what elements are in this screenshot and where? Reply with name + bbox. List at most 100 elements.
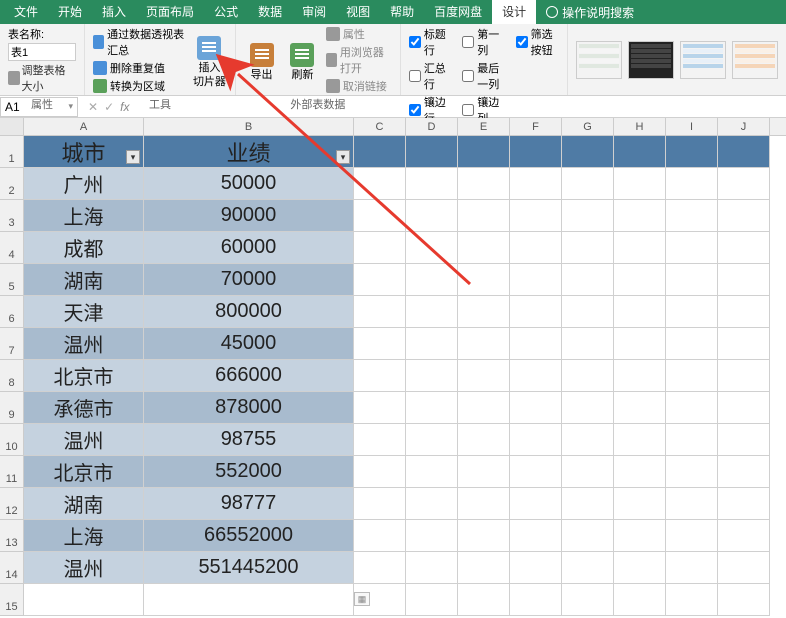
cell-empty[interactable]: [666, 552, 718, 584]
cancel-formula-icon[interactable]: ✕: [88, 100, 98, 114]
cell-empty[interactable]: [458, 424, 510, 456]
cell-B10[interactable]: 98755: [144, 424, 354, 456]
cell-empty[interactable]: [510, 392, 562, 424]
cell-empty[interactable]: [458, 328, 510, 360]
cell-empty[interactable]: [354, 360, 406, 392]
row-header-3[interactable]: 3: [0, 200, 24, 232]
select-all-corner[interactable]: [0, 118, 24, 135]
col-header-H[interactable]: H: [614, 118, 666, 135]
cell-empty[interactable]: [666, 136, 718, 168]
cell-empty[interactable]: [406, 360, 458, 392]
filter-dropdown-icon[interactable]: ▾: [126, 150, 140, 164]
cell-empty[interactable]: [562, 360, 614, 392]
cell-empty[interactable]: [406, 200, 458, 232]
cell-empty[interactable]: [562, 520, 614, 552]
tab-insert[interactable]: 插入: [92, 0, 136, 24]
cell-empty[interactable]: [718, 584, 770, 616]
refresh-button[interactable]: 刷新: [285, 26, 320, 94]
table-style-4[interactable]: [732, 41, 778, 79]
cell-B9[interactable]: 878000: [144, 392, 354, 424]
cell-A15[interactable]: [24, 584, 144, 616]
cell-B4[interactable]: 60000: [144, 232, 354, 264]
cell-empty[interactable]: [406, 456, 458, 488]
cell-empty[interactable]: [718, 232, 770, 264]
cell-empty[interactable]: [562, 200, 614, 232]
cell-A8[interactable]: 北京市: [24, 360, 144, 392]
cell-empty[interactable]: [718, 200, 770, 232]
cell-empty[interactable]: [614, 392, 666, 424]
cell-empty[interactable]: [718, 488, 770, 520]
cell-B8[interactable]: 666000: [144, 360, 354, 392]
cell-empty[interactable]: [406, 520, 458, 552]
cell-empty[interactable]: [666, 168, 718, 200]
cell-empty[interactable]: [354, 232, 406, 264]
cell-empty[interactable]: [562, 328, 614, 360]
cell-empty[interactable]: [666, 392, 718, 424]
accept-formula-icon[interactable]: ✓: [104, 100, 114, 114]
row-header-15[interactable]: 15: [0, 584, 24, 616]
cell-empty[interactable]: [562, 584, 614, 616]
cell-empty[interactable]: [666, 424, 718, 456]
cell-empty[interactable]: [614, 552, 666, 584]
cell-empty[interactable]: [354, 328, 406, 360]
cell-empty[interactable]: [718, 296, 770, 328]
cell-empty[interactable]: [458, 488, 510, 520]
tab-design[interactable]: 设计: [492, 0, 536, 24]
row-header-11[interactable]: 11: [0, 456, 24, 488]
cell-empty[interactable]: [718, 328, 770, 360]
cell-empty[interactable]: [458, 296, 510, 328]
table-style-2[interactable]: [628, 41, 674, 79]
cell-empty[interactable]: [666, 200, 718, 232]
cell-empty[interactable]: [562, 296, 614, 328]
cell-empty[interactable]: [562, 232, 614, 264]
filter-dropdown-icon[interactable]: ▾: [336, 150, 350, 164]
cell-empty[interactable]: [718, 552, 770, 584]
cell-A6[interactable]: 天津: [24, 296, 144, 328]
col-header-F[interactable]: F: [510, 118, 562, 135]
cell-empty[interactable]: [510, 168, 562, 200]
cell-A11[interactable]: 北京市: [24, 456, 144, 488]
cell-empty[interactable]: [458, 584, 510, 616]
cell-empty[interactable]: [458, 392, 510, 424]
chk-first-col[interactable]: 第一列: [462, 26, 505, 58]
fx-icon[interactable]: fx: [120, 100, 129, 114]
cell-empty[interactable]: [354, 136, 406, 168]
chk-total-row[interactable]: 汇总行: [409, 60, 452, 92]
cell-empty[interactable]: [718, 424, 770, 456]
cell-empty[interactable]: [458, 168, 510, 200]
cell-empty[interactable]: [614, 584, 666, 616]
chk-last-col[interactable]: 最后一列: [462, 60, 505, 92]
cell-empty[interactable]: [614, 136, 666, 168]
cell-empty[interactable]: [406, 584, 458, 616]
cell-empty[interactable]: [510, 552, 562, 584]
export-button[interactable]: 导出: [244, 26, 279, 94]
row-header-8[interactable]: 8: [0, 360, 24, 392]
cell-empty[interactable]: [718, 168, 770, 200]
cell-empty[interactable]: [562, 264, 614, 296]
cell-A10[interactable]: 温州: [24, 424, 144, 456]
table-style-3[interactable]: [680, 41, 726, 79]
convert-range-button[interactable]: 转换为区域: [93, 78, 186, 94]
cell-empty[interactable]: [510, 232, 562, 264]
tab-view[interactable]: 视图: [336, 0, 380, 24]
cell-empty[interactable]: [614, 360, 666, 392]
cell-A9[interactable]: 承德市: [24, 392, 144, 424]
cell-empty[interactable]: [354, 520, 406, 552]
cell-empty[interactable]: [510, 136, 562, 168]
cell-empty[interactable]: [458, 552, 510, 584]
pivot-summary-button[interactable]: 通过数据透视表汇总: [93, 26, 186, 58]
cell-B7[interactable]: 45000: [144, 328, 354, 360]
autofill-options-icon[interactable]: ▦: [354, 592, 370, 606]
cell-empty[interactable]: [666, 488, 718, 520]
col-header-C[interactable]: C: [354, 118, 406, 135]
cell-empty[interactable]: [614, 232, 666, 264]
cell-empty[interactable]: [666, 264, 718, 296]
cell-empty[interactable]: [354, 168, 406, 200]
cell-empty[interactable]: [562, 552, 614, 584]
col-header-D[interactable]: D: [406, 118, 458, 135]
cell-empty[interactable]: [510, 520, 562, 552]
tab-home[interactable]: 开始: [48, 0, 92, 24]
cell-B11[interactable]: 552000: [144, 456, 354, 488]
cell-empty[interactable]: [458, 232, 510, 264]
cell-A4[interactable]: 成都: [24, 232, 144, 264]
